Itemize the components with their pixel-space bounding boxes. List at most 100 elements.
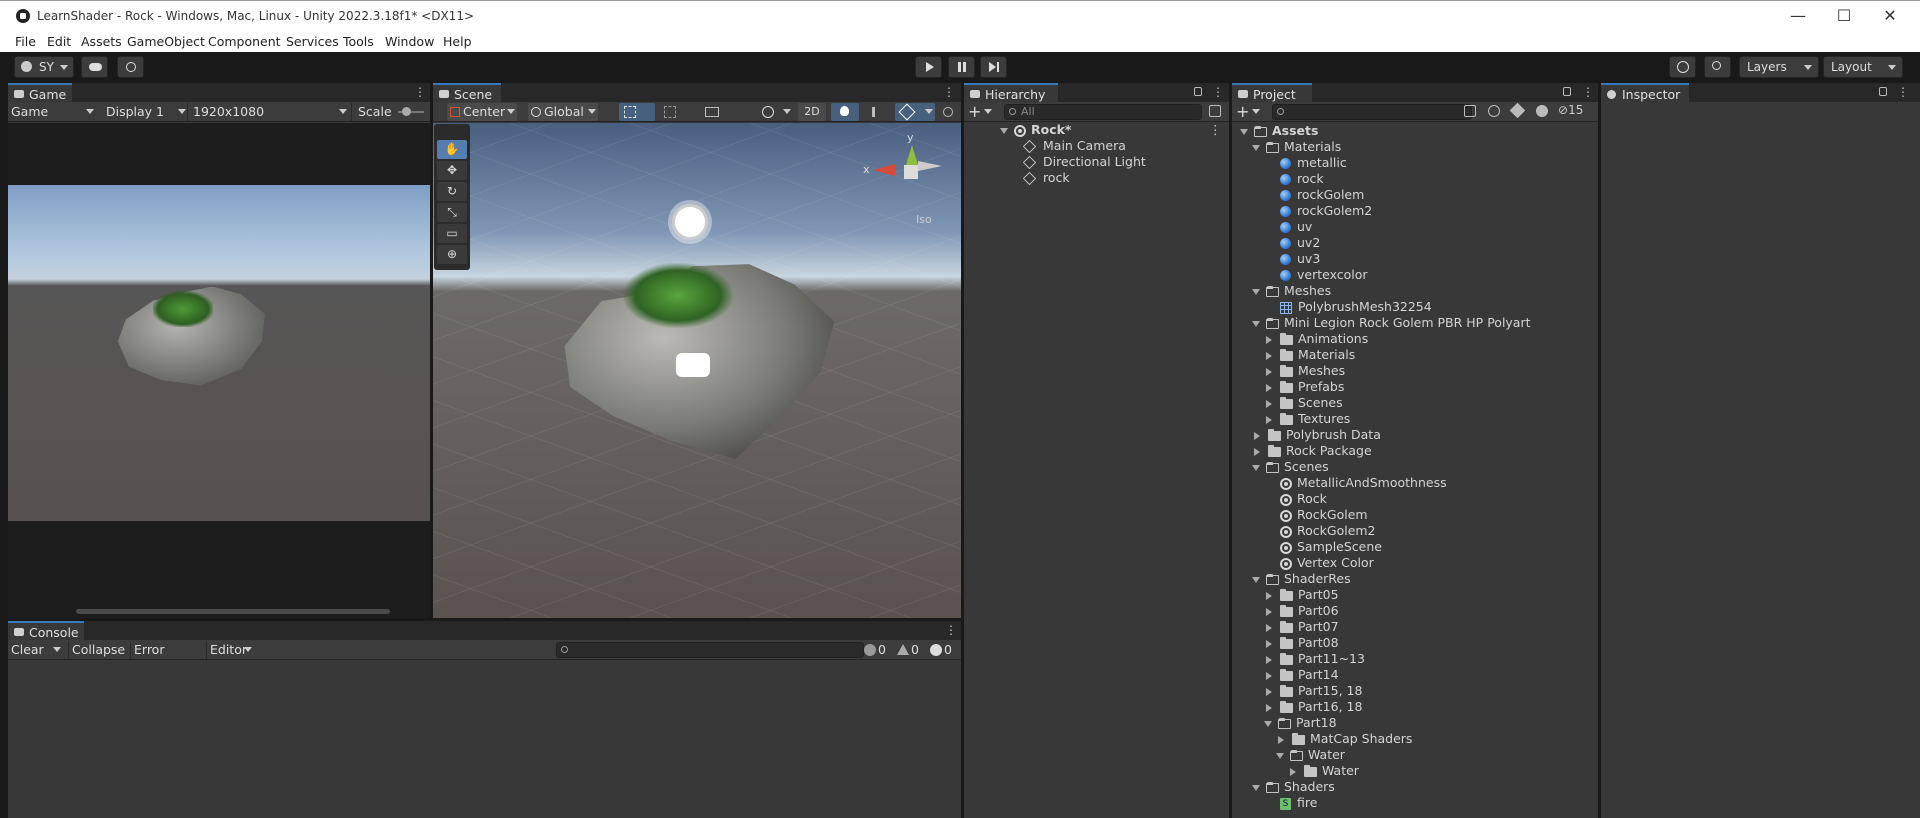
collapse-arrow-icon[interactable] — [1278, 735, 1284, 744]
project-folder-item[interactable]: Animations — [1264, 331, 1368, 347]
project-folder-item[interactable]: Prefabs — [1264, 379, 1344, 395]
project-item-material[interactable]: uv3 — [1280, 251, 1320, 267]
menu-assets[interactable]: Assets — [81, 34, 122, 49]
tab-console[interactable]: Console — [8, 621, 84, 640]
transform-tool-button[interactable]: ⊕ — [437, 245, 467, 264]
project-folder-item[interactable]: Scenes — [1264, 395, 1343, 411]
scene-viewport[interactable]: ✋ ✥ ↻ ⤡ ▭ ⊕ y x Iso — [433, 123, 961, 618]
hand-tool-button[interactable]: ✋ — [437, 140, 467, 159]
collapse-arrow-icon[interactable] — [1266, 399, 1272, 408]
search-by-type-icon[interactable] — [1209, 105, 1221, 117]
search-by-type-icon[interactable] — [1464, 105, 1476, 117]
minimize-button[interactable]: — — [1778, 5, 1818, 27]
game-viewport[interactable] — [8, 123, 430, 618]
project-folder-shaders[interactable]: Shaders — [1252, 779, 1335, 795]
space-dropdown[interactable]: Global — [528, 103, 598, 121]
camera-icon[interactable] — [676, 353, 710, 377]
project-search-input[interactable] — [1272, 104, 1472, 120]
close-button[interactable]: ✕ — [1870, 5, 1910, 27]
project-folder-item[interactable]: Meshes — [1264, 363, 1345, 379]
project-folder-golem[interactable]: Mini Legion Rock Golem PBR HP Polyart — [1252, 315, 1531, 331]
tab-game[interactable]: Game — [8, 83, 72, 102]
tab-scene[interactable]: Scene — [433, 83, 501, 102]
snap-toggle[interactable] — [659, 103, 695, 121]
history-button[interactable] — [1669, 56, 1696, 78]
collapse-arrow-icon[interactable] — [1290, 767, 1296, 776]
label-icon[interactable] — [1509, 102, 1526, 119]
menu-file[interactable]: File — [15, 34, 36, 49]
pivot-dropdown[interactable]: Center — [447, 103, 517, 121]
scene-menu-button[interactable]: ⋮ — [943, 85, 955, 99]
move-tool-button[interactable]: ✥ — [437, 161, 467, 180]
horizontal-scrollbar[interactable] — [76, 609, 390, 614]
gizmo-center-cube[interactable] — [904, 165, 918, 179]
filter-type-icon[interactable] — [1488, 105, 1500, 117]
project-item-shader[interactable]: Sfire — [1280, 795, 1317, 811]
project-folder-item[interactable]: Part05 — [1264, 587, 1339, 603]
menu-tools[interactable]: Tools — [343, 34, 374, 49]
step-button[interactable] — [980, 56, 1007, 78]
project-item-scene[interactable]: RockGolem2 — [1280, 523, 1376, 539]
project-item-material[interactable]: rockGolem — [1280, 187, 1364, 203]
collapse-arrow-icon[interactable] — [1266, 607, 1272, 616]
project-item-scene[interactable]: RockGolem — [1280, 507, 1368, 523]
project-item-scene[interactable]: MetallicAndSmoothness — [1280, 475, 1447, 491]
directional-light-icon[interactable] — [675, 207, 705, 237]
create-asset-dropdown[interactable]: + — [1236, 103, 1262, 121]
tab-hierarchy[interactable]: Hierarchy — [964, 83, 1058, 102]
scale-slider[interactable]: Scale — [351, 103, 426, 121]
menu-gameobject[interactable]: GameObject — [127, 34, 205, 49]
search-button[interactable] — [1704, 56, 1731, 78]
project-item-mesh[interactable]: PolybrushMesh32254 — [1280, 299, 1432, 315]
editor-dropdown[interactable]: Editor — [206, 641, 254, 659]
error-pause-toggle[interactable]: Error Pause — [130, 641, 205, 675]
project-folder-materials[interactable]: Materials — [1252, 139, 1341, 155]
project-folder-item[interactable]: Materials — [1264, 347, 1355, 363]
scene-root[interactable]: Rock* ⋮ — [1000, 122, 1224, 138]
expand-arrow-icon[interactable] — [1276, 752, 1284, 759]
project-folder-polybrush[interactable]: Polybrush Data — [1252, 427, 1381, 443]
lock-icon[interactable] — [1563, 87, 1571, 96]
collapse-arrow-icon[interactable] — [1266, 639, 1272, 648]
scale-slider-handle[interactable] — [402, 107, 411, 116]
collapse-arrow-icon[interactable] — [1266, 415, 1272, 424]
menu-window[interactable]: Window — [385, 34, 434, 49]
project-folder-item[interactable]: Part06 — [1264, 603, 1339, 619]
collapse-arrow-icon[interactable] — [1266, 703, 1272, 712]
tab-inspector[interactable]: Inspector — [1601, 83, 1689, 102]
scale-tool-button[interactable]: ⤡ — [437, 203, 467, 222]
project-item-material[interactable]: metallic — [1280, 155, 1347, 171]
expand-arrow-icon[interactable] — [1252, 144, 1260, 151]
project-folder-assets[interactable]: Assets — [1240, 123, 1318, 139]
project-folder-scenes[interactable]: Scenes — [1252, 459, 1329, 475]
account-dropdown[interactable]: SY — [14, 56, 74, 78]
grid-toggle[interactable] — [619, 103, 655, 121]
project-item-scene[interactable]: SampleScene — [1280, 539, 1382, 555]
collapse-arrow-icon[interactable] — [1266, 655, 1272, 664]
project-folder-shaderres[interactable]: ShaderRes — [1252, 571, 1351, 587]
inspector-menu-button[interactable]: ⋮ — [1897, 85, 1909, 99]
resolution-dropdown[interactable]: 1920x1080 — [187, 103, 349, 121]
expand-arrow-icon[interactable] — [1252, 320, 1260, 327]
project-folder-meshes[interactable]: Meshes — [1252, 283, 1331, 299]
pause-button[interactable] — [948, 56, 975, 78]
collapse-toggle[interactable]: Collapse — [68, 641, 127, 659]
project-item-material[interactable]: uv — [1280, 219, 1312, 235]
projection-label[interactable]: Iso — [916, 213, 932, 226]
draw-mode-dropdown[interactable] — [757, 103, 793, 121]
hierarchy-item-main-camera[interactable]: Main Camera — [1022, 138, 1126, 154]
project-folder-item[interactable]: Part16, 18 — [1264, 699, 1362, 715]
maximize-button[interactable]: ☐ — [1824, 5, 1864, 27]
project-folder-part18[interactable]: Part18 — [1264, 715, 1337, 731]
project-folder-item[interactable]: Part15, 18 — [1264, 683, 1362, 699]
collapse-arrow-icon[interactable] — [1254, 447, 1260, 456]
orientation-gizmo[interactable]: y x Iso — [863, 131, 953, 226]
mode-2d-button[interactable]: 2D — [798, 103, 826, 121]
expand-arrow-icon[interactable] — [1264, 720, 1272, 727]
gizmo-x-cone[interactable] — [873, 164, 895, 176]
lock-icon[interactable] — [1194, 87, 1202, 96]
lighting-toggle[interactable] — [831, 103, 859, 121]
project-folder-water[interactable]: Water — [1276, 747, 1345, 763]
collapse-arrow-icon[interactable] — [1266, 671, 1272, 680]
tab-project[interactable]: Project — [1232, 83, 1312, 102]
